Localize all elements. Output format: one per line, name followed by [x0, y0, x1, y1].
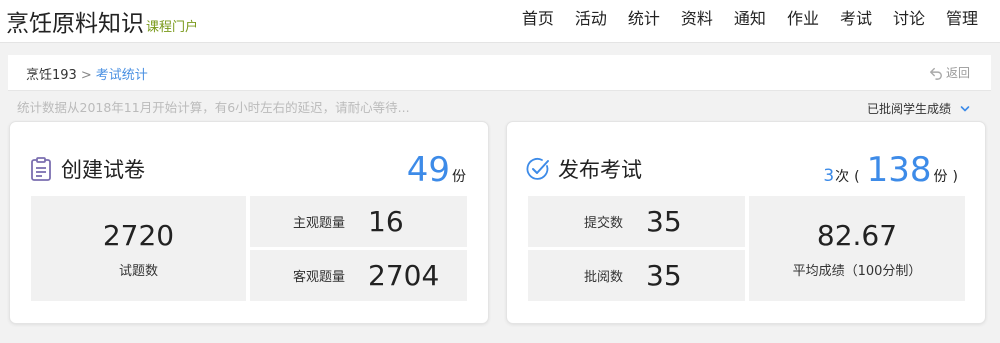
submitted-value: 35 — [646, 205, 682, 238]
average-score-value: 82.67 — [816, 218, 898, 252]
submitted-tile: 提交数 35 — [528, 196, 745, 247]
nav-item-notices[interactable]: 通知 — [734, 5, 766, 29]
paren-open: ( — [854, 169, 860, 185]
nav-item-home[interactable]: 首页 — [522, 5, 554, 29]
average-score-label: 平均成绩（100分制） — [792, 263, 922, 279]
chevron-down-icon — [960, 105, 970, 111]
objective-value: 2704 — [368, 259, 440, 292]
nav-item-manage[interactable]: 管理 — [946, 5, 978, 29]
nav-item-stats[interactable]: 统计 — [628, 5, 660, 29]
course-logo[interactable]: 烹饪原料知识 课程门户 — [6, 4, 198, 38]
total-questions-label: 试题数 — [118, 263, 158, 279]
graded-tile: 批阅数 35 — [528, 250, 745, 301]
create-paper-card: 创建试卷 49 份 2720 试题数 主观题量 16 客观题量 2704 — [9, 121, 489, 324]
grade-filter-dropdown[interactable]: 已批阅学生成绩 — [867, 100, 970, 117]
paper-count-unit: 份 — [452, 169, 466, 185]
submitted-label: 提交数 — [584, 216, 624, 231]
clipboard-icon — [31, 157, 51, 181]
course-title: 烹饪原料知识 — [6, 11, 144, 37]
exam-times-value: 3 — [823, 166, 835, 186]
objective-tile: 客观题量 2704 — [250, 250, 467, 301]
nav-item-activity[interactable]: 活动 — [575, 5, 607, 29]
paper-count: 49 份 — [405, 150, 466, 190]
exam-papers-unit: 份 — [933, 169, 948, 185]
exam-count: 3 次(138 份) — [823, 150, 963, 190]
breadcrumb-current: 考试统计 — [95, 68, 148, 83]
paren-close: ) — [952, 169, 958, 185]
back-label: 返回 — [945, 66, 970, 80]
breadcrumb-separator: > — [80, 68, 92, 83]
paper-count-value: 49 — [406, 150, 450, 190]
exam-papers-value: 138 — [866, 150, 932, 190]
nav-item-materials[interactable]: 资料 — [681, 5, 713, 29]
average-score-tile: 82.67 平均成绩（100分制） — [749, 196, 965, 301]
subjective-tile: 主观题量 16 — [250, 196, 467, 247]
total-questions-tile: 2720 试题数 — [31, 196, 246, 301]
back-button[interactable]: 返回 — [929, 64, 970, 81]
total-questions-value: 2720 — [102, 218, 175, 252]
subjective-label: 主观题量 — [293, 216, 346, 231]
publish-exam-heading: 发布考试 — [525, 154, 642, 184]
create-paper-title: 创建试卷 — [61, 158, 145, 182]
filter-selected: 已批阅学生成绩 — [866, 102, 951, 116]
objective-label: 客观题量 — [293, 270, 346, 285]
create-paper-heading: 创建试卷 — [28, 154, 145, 184]
breadcrumb: 烹饪193 > 考试统计 — [26, 64, 148, 83]
nav-item-exams[interactable]: 考试 — [840, 5, 872, 29]
stats-notice: 统计数据从2018年11月开始计算，有6小时左右的延迟，请耐心等待... — [17, 100, 410, 115]
publish-exam-card: 发布考试 3 次(138 份) 提交数 35 批阅数 35 82.67 平均成绩（1… — [506, 121, 986, 324]
breadcrumb-root[interactable]: 烹饪193 — [26, 68, 77, 83]
exam-times-unit: 次 — [835, 169, 850, 185]
graded-label: 批阅数 — [584, 270, 624, 285]
nav-item-discussion[interactable]: 讨论 — [893, 5, 925, 29]
course-subtitle: 课程门户 — [146, 20, 199, 35]
nav-item-homework[interactable]: 作业 — [787, 5, 819, 29]
graded-value: 35 — [646, 259, 682, 292]
subjective-value: 16 — [368, 205, 404, 238]
check-circle-icon — [526, 158, 549, 180]
main-nav: 首页 活动 统计 资料 通知 作业 考试 讨论 管理 — [522, 5, 978, 29]
breadcrumb-bar: 烹饪193 > 考试统计 返回 — [8, 55, 991, 91]
publish-exam-title: 发布考试 — [558, 158, 642, 182]
top-bar: 烹饪原料知识 课程门户 首页 活动 统计 资料 通知 作业 考试 讨论 管理 — [0, 0, 1000, 43]
back-arrow-icon — [930, 67, 942, 80]
